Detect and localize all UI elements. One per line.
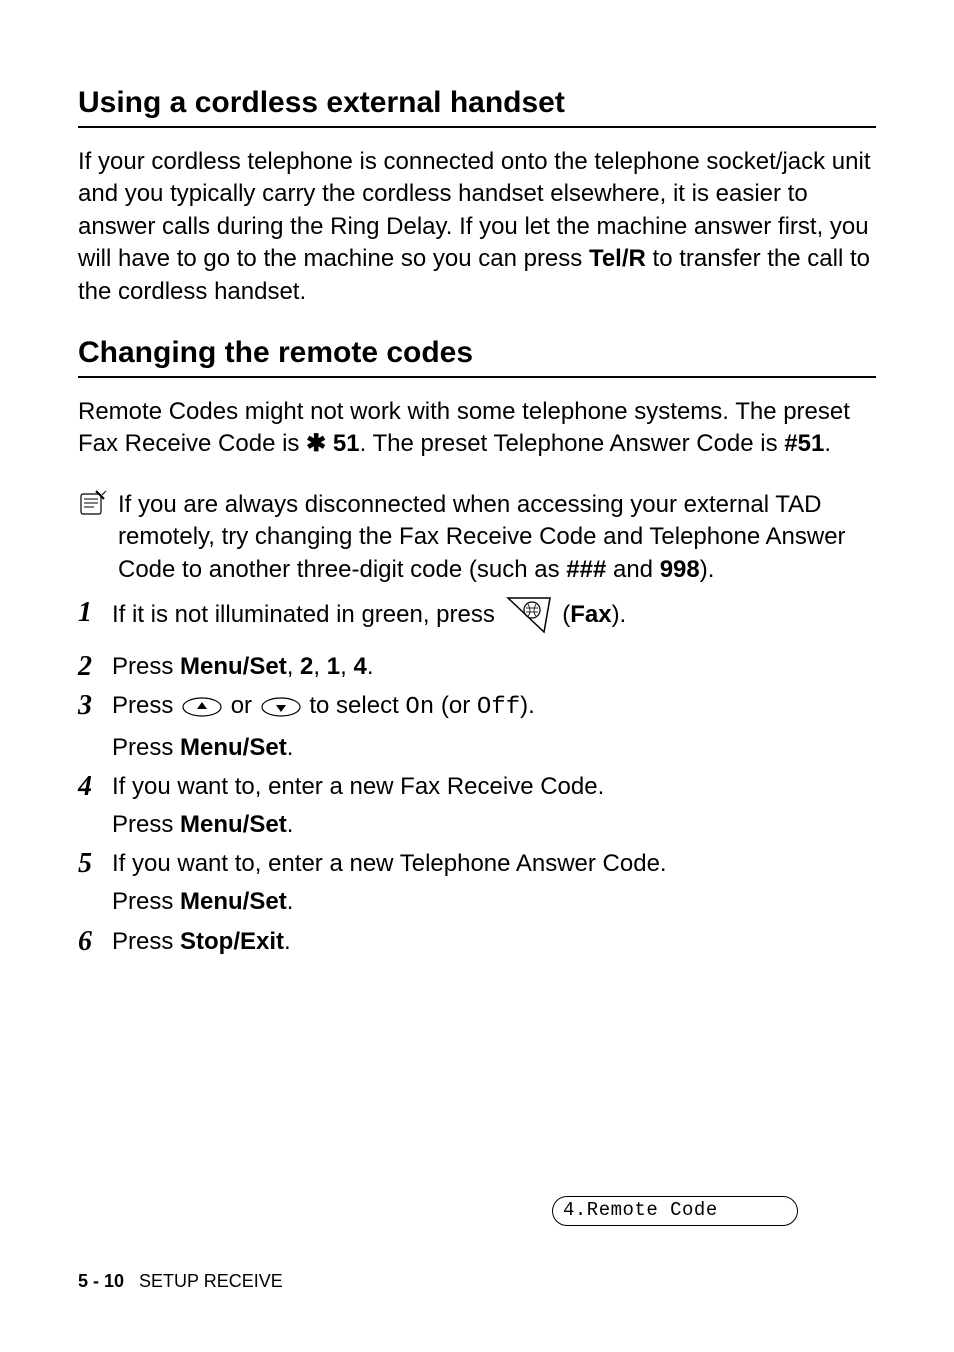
text: .: [287, 734, 294, 761]
code-998: 998: [660, 556, 700, 583]
step-number: 5: [78, 847, 112, 880]
text: ).: [520, 692, 535, 719]
text: Press: [112, 653, 180, 680]
key-telr: Tel/R: [589, 245, 646, 272]
star-icon: ✱: [306, 430, 326, 457]
page-number: 5 - 10: [78, 1271, 124, 1291]
key-menuset: Menu/Set: [180, 734, 287, 761]
text: to select: [309, 692, 405, 719]
text: .: [367, 653, 374, 680]
step-number: 6: [78, 925, 112, 958]
text: Press: [112, 888, 180, 915]
key-menuset: Menu/Set: [180, 888, 287, 915]
step-4: 4 If you want to, enter a new Fax Receiv…: [78, 770, 876, 841]
option-on: On: [405, 694, 434, 721]
text: .: [287, 888, 294, 915]
text: If you want to, enter a new Telephone An…: [112, 850, 667, 877]
text: . The preset Telephone Answer Code is: [360, 430, 785, 457]
page: Using a cordless external handset If you…: [0, 0, 954, 1352]
key-fax: Fax: [570, 601, 611, 628]
step-5: 5 If you want to, enter a new Telephone …: [78, 847, 876, 918]
text: (or: [434, 692, 477, 719]
note-block: If you are always disconnected when acce…: [78, 489, 876, 586]
key-1: 1: [327, 653, 340, 680]
code-51: 51: [326, 430, 359, 457]
up-button-icon: [182, 693, 222, 727]
step-2: 2 Press Menu/Set, 2, 1, 4.: [78, 650, 876, 684]
section-heading-2: Changing the remote codes: [78, 336, 876, 378]
text: .: [287, 811, 294, 838]
text: Press: [112, 928, 180, 955]
code-hash51: #51: [784, 430, 824, 457]
text: ,: [287, 653, 300, 680]
note-icon: [78, 489, 112, 524]
step-6: 6 Press Stop/Exit.: [78, 925, 876, 959]
text: If it is not illuminated in green, press: [112, 601, 502, 628]
section2-intro: Remote Codes might not work with some te…: [78, 396, 876, 461]
key-menuset: Menu/Set: [180, 653, 287, 680]
steps-container: 1 If it is not illuminated in green, pre…: [78, 596, 876, 958]
section-heading-1: Using a cordless external handset: [78, 86, 876, 128]
key-menuset: Menu/Set: [180, 811, 287, 838]
text: ,: [340, 653, 353, 680]
text: If you want to, enter a new Fax Receive …: [112, 773, 604, 800]
text: and: [606, 556, 659, 583]
text: Press: [112, 811, 180, 838]
text: If you are always disconnected when acce…: [118, 491, 846, 583]
option-off: Off: [477, 694, 520, 721]
text: Press: [112, 692, 180, 719]
step-3: 3 Press or: [78, 689, 876, 764]
text: or: [231, 692, 259, 719]
code-hashes: ###: [566, 556, 606, 583]
page-footer: 5 - 10 SETUP RECEIVE: [78, 1271, 283, 1292]
key-4: 4: [353, 653, 366, 680]
key-2: 2: [300, 653, 313, 680]
step-number: 1: [78, 596, 112, 629]
step-number: 2: [78, 650, 112, 683]
text: ,: [313, 653, 326, 680]
text: (: [562, 601, 570, 628]
text: .: [284, 928, 291, 955]
footer-title: SETUP RECEIVE: [139, 1271, 283, 1291]
text: ).: [612, 601, 627, 628]
note-text: If you are always disconnected when acce…: [118, 489, 876, 586]
step-number: 4: [78, 770, 112, 803]
text: ).: [700, 556, 715, 583]
text: .: [824, 430, 831, 457]
lcd-display: 4.Remote Code: [552, 1196, 798, 1226]
fax-mode-icon: [506, 596, 552, 644]
text: Press: [112, 734, 180, 761]
section1-paragraph: If your cordless telephone is connected …: [78, 146, 876, 308]
step-number: 3: [78, 689, 112, 722]
step-1: 1 If it is not illuminated in green, pre…: [78, 596, 876, 644]
down-button-icon: [261, 693, 301, 727]
key-stopexit: Stop/Exit: [180, 928, 284, 955]
